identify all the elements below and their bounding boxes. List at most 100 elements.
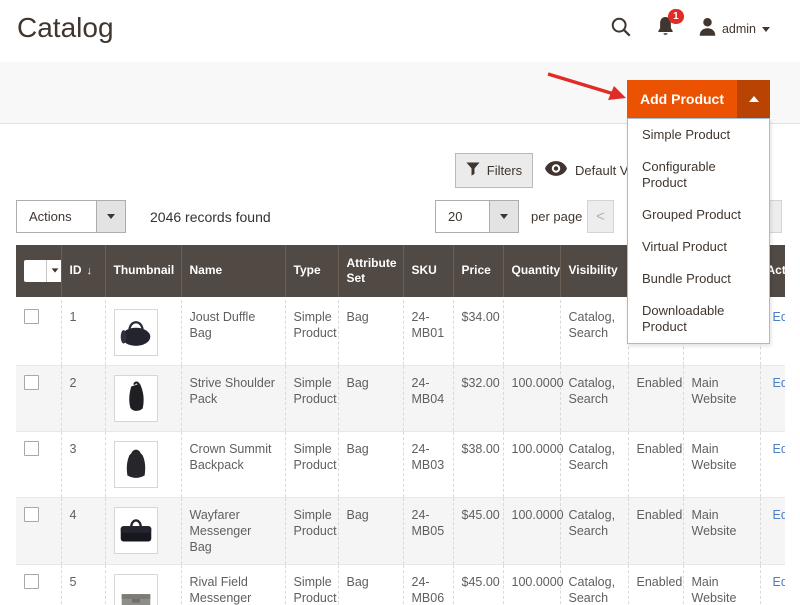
edit-link[interactable]: Edit xyxy=(773,310,786,324)
per-page-select[interactable]: 20 xyxy=(435,200,519,233)
menu-item-configurable-product[interactable]: Configurable Product xyxy=(628,151,769,199)
filter-funnel-icon xyxy=(466,162,480,179)
row-checkbox[interactable] xyxy=(24,375,39,390)
cell-type: Simple Product xyxy=(285,431,338,497)
cell-visibility: Catalog, Search xyxy=(560,365,628,431)
edit-link[interactable]: Edit xyxy=(773,575,786,589)
add-product-menu: Simple ProductConfigurable ProductGroupe… xyxy=(627,118,770,344)
cell-websites: Main Website xyxy=(683,431,760,497)
cell-status: Enabled xyxy=(628,564,683,605)
backpack-image xyxy=(115,442,157,486)
edit-link[interactable]: Edit xyxy=(773,508,786,522)
cell-name: Strive Shoulder Pack xyxy=(181,365,285,431)
menu-item-bundle-product[interactable]: Bundle Product xyxy=(628,263,769,295)
product-thumbnail[interactable] xyxy=(114,574,158,605)
table-row: 4Wayfarer Messenger BagSimple ProductBag… xyxy=(16,497,785,564)
chevron-down-icon xyxy=(500,214,508,219)
cell-id: 5 xyxy=(61,564,105,605)
cell-id: 3 xyxy=(61,431,105,497)
chevron-down-icon xyxy=(51,269,58,273)
cell-sku: 24-MB05 xyxy=(403,497,453,564)
column-header-name[interactable]: Name xyxy=(181,245,285,298)
edit-link[interactable]: Edit xyxy=(773,442,786,456)
admin-label: admin xyxy=(722,22,756,36)
cell-price: $45.00 xyxy=(453,564,503,605)
cell-thumbnail xyxy=(105,365,181,431)
column-header-thumbnail[interactable]: Thumbnail xyxy=(105,245,181,298)
column-label: ID xyxy=(70,263,82,277)
cell-websites: Main Website xyxy=(683,564,760,605)
column-header-attribute-set[interactable]: Attribute Set xyxy=(338,245,403,298)
cell-visibility: Catalog, Search xyxy=(560,564,628,605)
select-all-control[interactable] xyxy=(24,260,62,282)
filters-label: Filters xyxy=(487,163,522,178)
actions-select[interactable]: Actions xyxy=(16,200,126,233)
sort-desc-icon: ↓ xyxy=(87,265,93,277)
table-row: 2Strive Shoulder PackSimple ProductBag24… xyxy=(16,365,785,431)
column-header-sku[interactable]: SKU xyxy=(403,245,453,298)
cell-price: $32.00 xyxy=(453,365,503,431)
per-page-label: per page xyxy=(531,209,582,224)
column-header-quantity[interactable]: Quantity xyxy=(503,245,560,298)
cell-name: Rival Field Messenger xyxy=(181,564,285,605)
admin-menu[interactable]: admin xyxy=(699,17,770,41)
menu-item-grouped-product[interactable]: Grouped Product xyxy=(628,199,769,231)
menu-item-simple-product[interactable]: Simple Product xyxy=(628,119,769,151)
cell-select xyxy=(16,431,61,497)
add-product-toggle[interactable] xyxy=(737,80,770,118)
shoulder-pack-image xyxy=(115,376,157,420)
column-header-type[interactable]: Type xyxy=(285,245,338,298)
column-header-price[interactable]: Price xyxy=(453,245,503,298)
column-header-id[interactable]: ID ↓ xyxy=(61,245,105,298)
search-icon[interactable] xyxy=(610,16,632,43)
cell-status: Enabled xyxy=(628,497,683,564)
cell-sku: 24-MB06 xyxy=(403,564,453,605)
cell-sku: 24-MB04 xyxy=(403,365,453,431)
cell-attribute-set: Bag xyxy=(338,298,403,365)
cell-websites: Main Website xyxy=(683,365,760,431)
notifications-button[interactable]: 1 xyxy=(656,16,675,42)
add-product-button[interactable]: Add Product xyxy=(627,80,770,118)
cell-select xyxy=(16,497,61,564)
column-header-visibility[interactable]: Visibility xyxy=(560,245,628,298)
cell-quantity: 100.0000 xyxy=(503,497,560,564)
cell-websites: Main Website xyxy=(683,497,760,564)
cell-thumbnail xyxy=(105,497,181,564)
cell-price: $34.00 xyxy=(453,298,503,365)
product-thumbnail[interactable] xyxy=(114,507,158,554)
row-checkbox[interactable] xyxy=(24,441,39,456)
messenger-bag-image xyxy=(115,508,157,552)
grid-body: 1Joust Duffle BagSimple ProductBag24-MB0… xyxy=(16,298,785,605)
cell-thumbnail xyxy=(105,564,181,605)
row-checkbox[interactable] xyxy=(24,309,39,324)
previous-page-button[interactable]: < xyxy=(587,200,614,233)
filters-button[interactable]: Filters xyxy=(455,153,533,188)
column-header-select[interactable] xyxy=(16,245,61,298)
per-page-select-arrow[interactable] xyxy=(489,201,518,232)
field-messenger-image xyxy=(115,575,157,605)
row-checkbox[interactable] xyxy=(24,574,39,589)
cell-type: Simple Product xyxy=(285,298,338,365)
select-all-checkbox[interactable] xyxy=(24,260,46,282)
cell-price: $45.00 xyxy=(453,497,503,564)
chevron-down-icon xyxy=(107,214,115,219)
row-checkbox[interactable] xyxy=(24,507,39,522)
menu-item-virtual-product[interactable]: Virtual Product xyxy=(628,231,769,263)
product-thumbnail[interactable] xyxy=(114,309,158,356)
bell-icon xyxy=(656,24,675,41)
cell-visibility: Catalog, Search xyxy=(560,497,628,564)
chevron-up-icon xyxy=(749,96,759,102)
menu-item-downloadable-product[interactable]: Downloadable Product xyxy=(628,295,769,343)
edit-link[interactable]: Edit xyxy=(773,376,786,390)
add-product-label[interactable]: Add Product xyxy=(627,80,737,118)
cell-select xyxy=(16,365,61,431)
cell-name: Wayfarer Messenger Bag xyxy=(181,497,285,564)
cell-attribute-set: Bag xyxy=(338,497,403,564)
select-all-arrow[interactable] xyxy=(46,260,62,282)
actions-select-arrow[interactable] xyxy=(96,201,125,232)
cell-quantity: 100.0000 xyxy=(503,365,560,431)
duffle-bag-image xyxy=(115,310,157,354)
cell-type: Simple Product xyxy=(285,564,338,605)
product-thumbnail[interactable] xyxy=(114,441,158,488)
product-thumbnail[interactable] xyxy=(114,375,158,422)
